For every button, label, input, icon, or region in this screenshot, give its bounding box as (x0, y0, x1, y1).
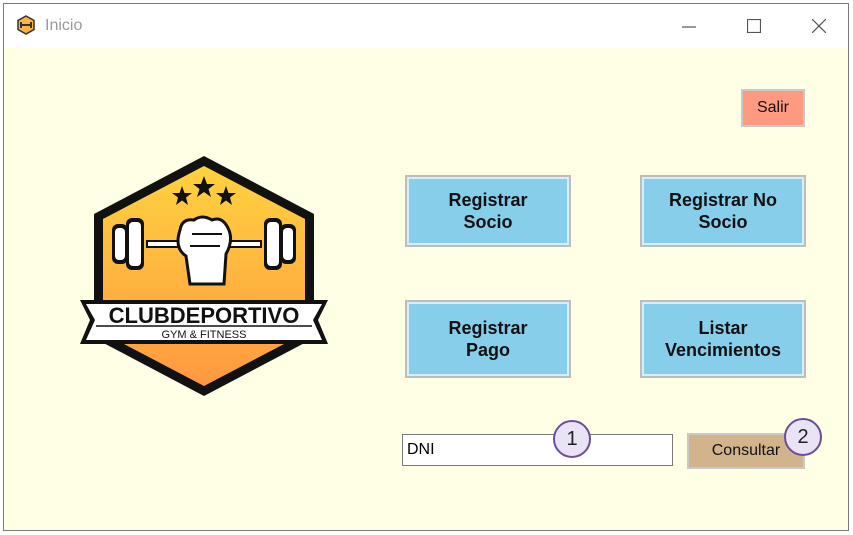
annotation-badge-2: 2 (784, 418, 822, 456)
minimize-icon (682, 26, 696, 28)
window-title: Inicio (45, 17, 83, 34)
close-button[interactable] (796, 10, 842, 42)
close-icon (812, 19, 826, 33)
logo-brand-text: CLUBDEPORTIVO (109, 303, 300, 328)
gym-logo-icon (17, 15, 35, 35)
title-bar: Inicio (4, 4, 848, 48)
annotation-badge-1: 1 (553, 420, 591, 458)
listar-vencimientos-button[interactable]: Listar Vencimientos (640, 300, 806, 378)
registrar-socio-button[interactable]: Registrar Socio (405, 175, 571, 247)
registrar-no-socio-button[interactable]: Registrar No Socio (640, 175, 806, 247)
client-area: CLUBDEPORTIVO GYM & FITNESS Salir Regist… (4, 48, 848, 530)
registrar-pago-button[interactable]: Registrar Pago (405, 300, 571, 378)
maximize-button[interactable] (731, 10, 777, 42)
dni-input[interactable] (402, 434, 673, 466)
salir-button[interactable]: Salir (741, 89, 805, 127)
minimize-button[interactable] (666, 10, 712, 42)
main-window: Inicio CLUBDEPORTIVO GYM & FITNESS Salir… (3, 3, 849, 531)
logo-tagline-text: GYM & FITNESS (162, 329, 247, 341)
club-logo: CLUBDEPORTIVO GYM & FITNESS (80, 156, 328, 396)
maximize-icon (747, 19, 761, 33)
